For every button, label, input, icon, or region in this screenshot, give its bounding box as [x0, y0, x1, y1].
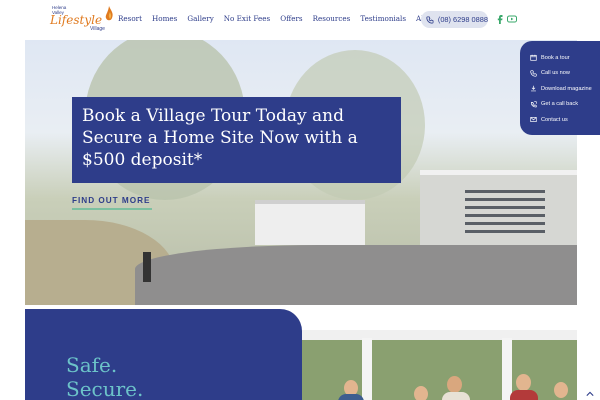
phone-number: (08) 6298 0888	[437, 15, 488, 24]
facebook-icon[interactable]	[495, 14, 505, 24]
intro-heading-line: Secure.	[66, 377, 144, 400]
logo-main: Lifestyle	[50, 13, 103, 27]
nav-offers[interactable]: Offers	[280, 14, 302, 23]
logo-sub: Village	[90, 26, 105, 32]
quick-actions-panel: Book a tour Call us now Download magazin…	[520, 41, 600, 135]
phone-button[interactable]: (08) 6298 0888	[421, 11, 488, 28]
side-item-label: Call us now	[541, 70, 570, 77]
youtube-icon[interactable]	[507, 14, 517, 24]
nav-gallery[interactable]: Gallery	[187, 14, 213, 23]
flame-icon	[105, 6, 113, 21]
side-item-book-tour[interactable]: Book a tour	[530, 50, 600, 66]
nav-resources[interactable]: Resources	[313, 14, 351, 23]
hero-headline: Book a Village Tour Today and Secure a H…	[72, 97, 401, 183]
hero-road	[135, 245, 577, 305]
photo-person	[447, 376, 462, 393]
site-header: Helena Valley Lifestyle Village Resort H…	[0, 0, 600, 40]
photo-canopy	[302, 330, 577, 340]
hero-headline-line: Secure a Home Site Now with a	[82, 128, 358, 148]
hero-bollard	[143, 252, 151, 282]
hero-carport-slats	[465, 190, 545, 235]
intro-heading-line: Safe.	[66, 353, 118, 377]
phone-icon	[530, 70, 537, 77]
nav-testimonials[interactable]: Testimonials	[360, 14, 406, 23]
phone-icon	[426, 15, 434, 24]
photo-person	[414, 386, 428, 400]
photo-person	[442, 392, 470, 400]
photo-pole	[362, 338, 372, 400]
side-item-call-us[interactable]: Call us now	[530, 66, 600, 82]
hero-headline-line: $500 deposit*	[82, 150, 203, 170]
photo-person	[338, 394, 364, 400]
hero-house	[255, 200, 365, 245]
side-item-label: Book a tour	[541, 54, 570, 61]
photo-person	[516, 374, 531, 391]
find-out-more-underline	[72, 208, 152, 210]
side-item-contact-us[interactable]: Contact us	[530, 112, 600, 128]
hero-headline-line: Book a Village Tour Today and	[82, 106, 344, 126]
side-item-label: Contact us	[541, 116, 568, 123]
nav-resort[interactable]: Resort	[118, 14, 142, 23]
photo-person	[554, 382, 568, 398]
photo-pole	[502, 338, 512, 400]
main-nav: Resort Homes Gallery No Exit Fees Offers…	[118, 14, 438, 23]
chevron-up-icon[interactable]	[586, 391, 594, 397]
side-item-call-back[interactable]: Get a call back	[530, 97, 600, 113]
download-icon	[531, 85, 536, 92]
photo-person	[510, 390, 538, 400]
residents-photo	[302, 330, 577, 400]
calendar-icon	[530, 54, 537, 61]
side-item-label: Get a call back	[541, 101, 578, 108]
side-item-download-magazine[interactable]: Download magazine	[530, 81, 600, 97]
find-out-more-link[interactable]: FIND OUT MORE	[72, 196, 151, 205]
nav-homes[interactable]: Homes	[152, 14, 177, 23]
logo[interactable]: Helena Valley Lifestyle Village	[50, 4, 116, 36]
callback-icon	[531, 101, 537, 108]
intro-card: Safe. Secure.	[25, 309, 302, 400]
side-item-label: Download magazine	[541, 85, 592, 92]
mail-icon	[530, 117, 537, 123]
nav-no-exit-fees[interactable]: No Exit Fees	[224, 14, 270, 23]
